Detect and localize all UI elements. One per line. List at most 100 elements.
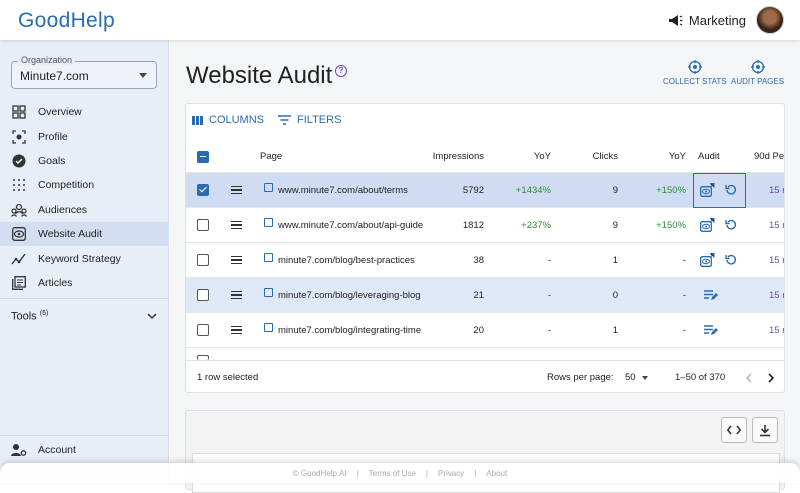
sidebar-item-profile[interactable]: Profile [0, 124, 169, 148]
yoy-clicks-cell: - [682, 254, 686, 266]
table-row[interactable]: minute7.com/blog/leveraging-blog 21 - 0 … [186, 278, 784, 313]
audit-cell [700, 173, 737, 207]
header-clicks[interactable]: Clicks [566, 141, 618, 172]
logo[interactable]: GoodHelp [18, 9, 115, 33]
select-all-checkbox[interactable] [197, 150, 209, 163]
external-link-icon[interactable] [264, 182, 273, 192]
page-link[interactable]: minute7.com/blog/integrating-time [278, 325, 424, 336]
list-icon[interactable] [231, 185, 242, 195]
audit-pages-button[interactable]: AUDIT PAGES [731, 60, 784, 86]
view-audit-icon[interactable] [700, 183, 715, 197]
view-audit-icon[interactable] [700, 218, 715, 232]
sidebar-item-articles[interactable]: Articles [0, 271, 169, 295]
yoy-impressions-cell: - [547, 324, 551, 336]
avatar[interactable] [756, 6, 784, 34]
yoy-clicks-cell: +150% [656, 219, 686, 231]
external-link-icon[interactable] [264, 252, 273, 262]
prev-page-button[interactable] [745, 361, 752, 392]
row-checkbox[interactable] [197, 254, 209, 266]
sidebar-item-account[interactable]: Account [11, 442, 76, 458]
sidebar-item-label: Profile [38, 130, 68, 143]
sidebar-item-overview[interactable]: Overview [0, 100, 169, 124]
team-switcher[interactable]: Marketing [668, 13, 746, 28]
table-row[interactable]: www.minute7.com/about/api-guide 1812 +23… [186, 208, 784, 243]
refresh-icon[interactable] [725, 254, 737, 266]
refresh-icon[interactable] [725, 184, 737, 196]
account-gear-icon [11, 442, 27, 458]
list-icon[interactable] [231, 255, 242, 265]
page-link[interactable]: minute7.com/blog/best-practices [278, 255, 424, 266]
sidebar-item-label: Competition [38, 179, 95, 192]
external-link-icon[interactable] [264, 287, 273, 297]
table-row[interactable]: minute7.com/blog/integrating-time 20 - 1… [186, 313, 785, 348]
yoy-impressions-cell: - [547, 289, 551, 301]
tools-section[interactable]: Tools (6) [11, 310, 157, 323]
row-checkbox[interactable] [197, 324, 209, 336]
row-checkbox[interactable] [197, 289, 209, 301]
table-row[interactable]: www.minute7.com/about/terms 5792 +1434% … [186, 173, 784, 208]
page-link[interactable]: www.minute7.com/about/api-guide [278, 220, 424, 231]
yoy-clicks-cell: +150% [656, 184, 686, 196]
clicks-cell: 0 [612, 289, 618, 301]
code-button[interactable] [721, 417, 747, 443]
grid-toolbar: COLUMNS FILTERS [192, 114, 341, 126]
tools-count: (6) [39, 310, 49, 317]
terms-link[interactable]: Terms of Use [369, 469, 416, 478]
code-icon [727, 425, 741, 435]
list-icon[interactable] [231, 290, 242, 300]
rows-per-page-value: 50 [625, 372, 636, 383]
90d-cell: 15 r [769, 254, 785, 266]
header-page[interactable]: Page [260, 141, 282, 172]
edit-list-icon[interactable] [704, 324, 718, 336]
next-page-button[interactable] [768, 361, 775, 392]
about-link[interactable]: About [486, 469, 507, 478]
organization-value: Minute7.com [20, 69, 89, 83]
table-row[interactable]: minute7.com/blog/best-practices 38 - 1 -… [186, 243, 785, 278]
account-label: Account [38, 444, 76, 456]
footer-divider: | [474, 468, 477, 478]
rows-per-page-select[interactable]: 50 [625, 361, 648, 392]
page-link[interactable]: www.minute7.com/about/terms [278, 185, 424, 196]
impressions-cell: 1812 [462, 219, 484, 231]
download-button[interactable] [752, 417, 778, 443]
header-yoy-clicks[interactable]: YoY [641, 141, 686, 172]
page-link[interactable]: minute7.com/blog/leveraging-blog [278, 290, 424, 301]
sidebar-item-goals[interactable]: Goals [0, 149, 169, 173]
footer-divider: | [425, 468, 428, 478]
collect-stats-button[interactable]: COLLECT STATS [663, 60, 727, 86]
dots-grid-icon [11, 177, 27, 193]
organization-select[interactable]: Organization Minute7.com [11, 55, 157, 89]
list-icon[interactable] [231, 220, 242, 230]
list-icon[interactable] [231, 325, 242, 335]
sidebar-item-keyword-strategy[interactable]: Keyword Strategy [0, 246, 169, 270]
header-90d[interactable]: 90d Pe [754, 141, 784, 172]
rows-per-page-label: Rows per page: [547, 372, 614, 383]
90d-cell: 15 r [769, 324, 785, 336]
privacy-link[interactable]: Privacy [438, 469, 464, 478]
impressions-cell: 20 [473, 324, 484, 336]
row-checkbox[interactable] [197, 184, 209, 196]
header-yoy-impressions[interactable]: YoY [506, 141, 551, 172]
row-checkbox[interactable] [197, 219, 209, 231]
external-link-icon[interactable] [264, 217, 273, 227]
help-icon[interactable]: ? [335, 65, 347, 77]
sidebar-item-audiences[interactable]: Audiences [0, 198, 169, 222]
row-checkbox-cell [197, 173, 209, 207]
columns-button[interactable]: COLUMNS [192, 114, 264, 126]
sidebar-item-website-audit[interactable]: Website Audit [0, 221, 169, 247]
header-impressions[interactable]: Impressions [416, 141, 484, 172]
clicks-cell: 9 [612, 219, 618, 231]
copyright-text: © GoodHelp.AI [292, 468, 347, 478]
sidebar-item-competition[interactable]: Competition [0, 173, 169, 197]
divider [0, 435, 169, 436]
refresh-icon[interactable] [725, 219, 737, 231]
external-link-icon[interactable] [264, 322, 273, 332]
view-audit-icon[interactable] [700, 253, 715, 267]
filters-button[interactable]: FILTERS [278, 114, 341, 126]
edit-list-icon[interactable] [704, 289, 718, 301]
download-icon [760, 424, 770, 436]
row-checkbox-cell [197, 313, 209, 347]
audit-cell [704, 278, 718, 312]
impressions-cell: 5792 [462, 184, 484, 196]
header-audit[interactable]: Audit [698, 141, 720, 172]
